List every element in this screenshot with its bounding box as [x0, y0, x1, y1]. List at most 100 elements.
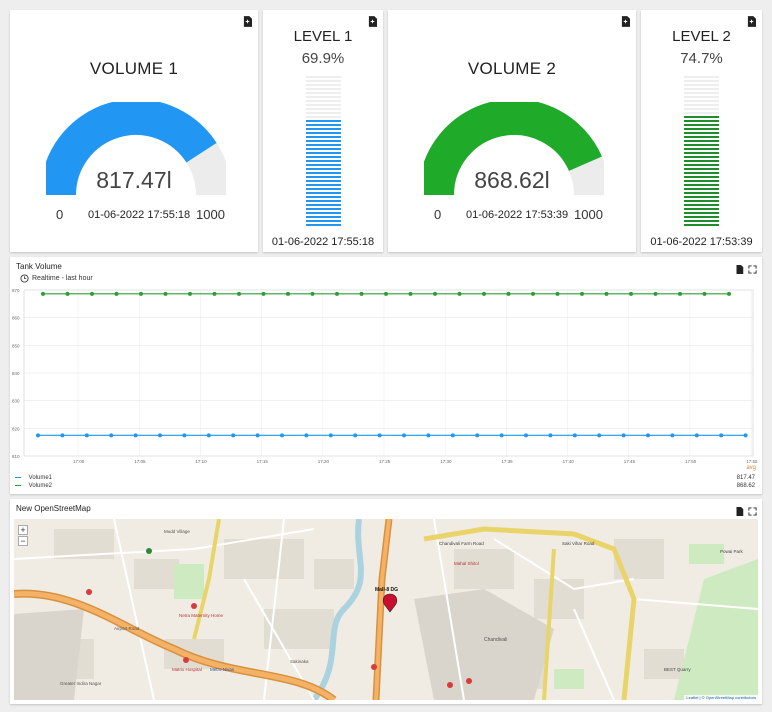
level-bar — [306, 96, 341, 98]
data-point — [475, 433, 480, 438]
export-icon[interactable] — [747, 16, 756, 27]
level-bar — [306, 84, 341, 86]
level-bar — [306, 132, 341, 134]
data-point — [604, 291, 609, 296]
level-bar — [306, 200, 341, 202]
map-label: Metro Nivas — [210, 667, 235, 672]
legend-item-volume2[interactable]: Volume2 868.62 — [15, 483, 755, 491]
data-point — [84, 433, 89, 438]
gauge-title: VOLUME 2 — [467, 59, 557, 78]
map-label: Airport Road — [114, 626, 140, 631]
data-point — [261, 291, 266, 296]
legend-item-volume1[interactable]: Volume1 817.47 — [15, 475, 755, 483]
gauge-max-label: 1000 — [196, 207, 225, 222]
level-bar — [684, 108, 719, 110]
data-point — [139, 291, 143, 296]
level-bar — [684, 104, 719, 106]
data-point — [506, 291, 511, 296]
data-point — [426, 433, 431, 438]
level1-card: LEVEL 1 69.9% 01-06-2022 17:55:18 — [263, 10, 383, 252]
x-tick-label: 17:25 — [379, 459, 391, 464]
data-point — [727, 291, 731, 296]
level-bar — [306, 116, 341, 118]
gauge-timestamp: 01-06-2022 17:53:39 — [466, 209, 569, 221]
export-icon[interactable] — [243, 16, 252, 27]
tank-volume-panel: Tank Volume Realtime - last hour 870 860 8… — [10, 257, 762, 494]
data-point — [402, 433, 406, 438]
x-tick-label: 17:50 — [685, 459, 697, 464]
level-bar — [684, 204, 719, 206]
fullscreen-icon[interactable] — [748, 507, 757, 516]
data-point — [377, 433, 382, 438]
data-point — [572, 433, 577, 438]
data-point — [182, 433, 187, 438]
legend-label: Volume1 — [28, 475, 53, 481]
level-bar — [684, 80, 719, 82]
level-bar — [684, 160, 719, 162]
timewindow-label: Realtime - last hour — [32, 275, 93, 282]
data-point — [41, 291, 45, 296]
map-label: Netra Maternity Home — [179, 613, 224, 618]
level-bar — [306, 208, 341, 210]
fullscreen-icon[interactable] — [748, 265, 757, 274]
level-bar — [684, 176, 719, 178]
x-tick-label: 17:20 — [318, 459, 330, 464]
map-panel: New OpenStreetMap Mudd Village Airport R… — [10, 499, 762, 704]
level-bar — [306, 80, 341, 82]
data-point — [353, 433, 358, 438]
data-point — [702, 291, 707, 296]
data-point — [499, 433, 504, 438]
level-bar — [306, 136, 341, 138]
data-point — [694, 433, 699, 438]
zoom-out-button[interactable]: − — [18, 536, 28, 546]
level-bar — [306, 220, 341, 222]
level-bar — [306, 192, 341, 194]
map-attribution[interactable]: Leaflet | © OpenStreetMap contributors — [684, 695, 758, 700]
level-bar — [684, 200, 719, 202]
zoom-in-button[interactable]: + — [18, 525, 28, 535]
level-bar — [684, 120, 719, 122]
level-bar — [306, 156, 341, 158]
export-icon[interactable] — [735, 507, 744, 516]
level-bar — [306, 88, 341, 90]
x-tick-label: 17:35 — [501, 459, 513, 464]
gauge-min-label: 0 — [56, 207, 64, 222]
level-bar — [684, 88, 719, 90]
data-point — [335, 291, 339, 296]
level-bar — [684, 172, 719, 174]
export-icon[interactable] — [621, 16, 630, 27]
level-bar — [684, 92, 719, 94]
export-icon[interactable] — [735, 265, 744, 274]
level-bar — [306, 196, 341, 198]
legend-avg: 868.62 — [736, 483, 755, 489]
level-bar — [306, 176, 341, 178]
level-bar — [684, 184, 719, 186]
timewindow[interactable]: Realtime - last hour — [20, 274, 93, 283]
gauge-timestamp: 01-06-2022 17:55:18 — [88, 209, 191, 221]
data-point — [90, 291, 94, 296]
data-point — [597, 433, 602, 438]
y-tick-label: 840 — [12, 371, 20, 376]
map-label: Chandivali Farm Road — [439, 541, 484, 546]
legend-avg-header: avg — [746, 465, 756, 471]
gauge-value: 817.47l — [96, 167, 172, 193]
level-bar — [684, 100, 719, 102]
level-bar — [306, 184, 341, 186]
map-label: Mall-8 DG — [375, 587, 399, 593]
data-point — [310, 291, 315, 296]
data-point — [450, 433, 455, 438]
volume2-gauge-card: VOLUME 2 868.62l 0 01-06-2022 17:53:39 1… — [388, 10, 636, 252]
x-tick-label: 17:00 — [73, 459, 85, 464]
level-bar — [684, 192, 719, 194]
data-point — [163, 291, 168, 296]
export-icon[interactable] — [368, 16, 377, 27]
map-view[interactable]: Mudd Village Airport Road Netra Maternit… — [14, 519, 758, 700]
data-point — [60, 433, 65, 438]
level-bar — [306, 204, 341, 206]
map-tiles — [14, 519, 758, 700]
level-bar — [306, 152, 341, 154]
level-timestamp: 01-06-2022 17:55:18 — [271, 236, 375, 248]
level-bar — [306, 108, 341, 110]
legend-swatch — [15, 476, 21, 478]
level-bar — [684, 156, 719, 158]
